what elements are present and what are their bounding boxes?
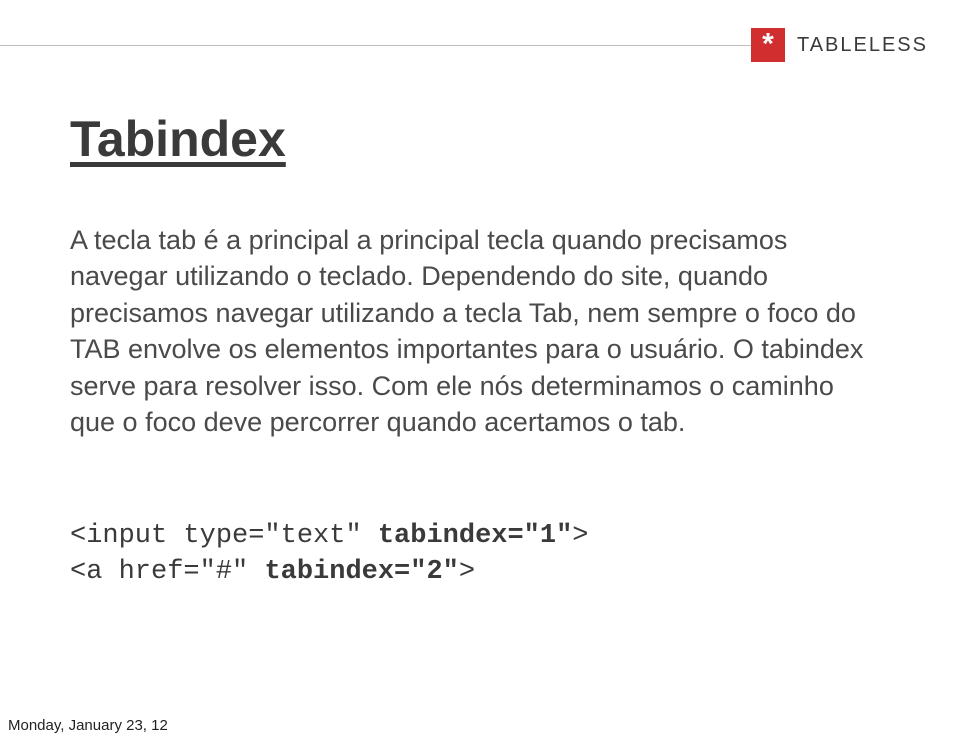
code-line1-bold: tabindex="1" <box>378 521 572 551</box>
asterisk-icon: * <box>762 29 774 59</box>
page-title: Tabindex <box>70 110 286 168</box>
footer-date: Monday, January 23, 12 <box>8 717 168 734</box>
code-line2-bold: tabindex="2" <box>264 557 458 587</box>
brand-block: * TABLELESS <box>751 28 928 62</box>
code-example: <input type="text" tabindex="1"> <a href… <box>70 518 589 591</box>
code-line2-prefix: <a href="#" <box>70 557 264 587</box>
code-line1-suffix: > <box>572 521 588 551</box>
brand-text: TABLELESS <box>797 34 928 57</box>
body-paragraph: A tecla tab é a principal a principal te… <box>70 222 870 441</box>
code-line1-prefix: <input type="text" <box>70 521 378 551</box>
logo-square: * <box>751 28 785 62</box>
slide: * TABLELESS Tabindex A tecla tab é a pri… <box>0 0 960 740</box>
code-line2-suffix: > <box>459 557 475 587</box>
top-rule <box>0 45 766 46</box>
